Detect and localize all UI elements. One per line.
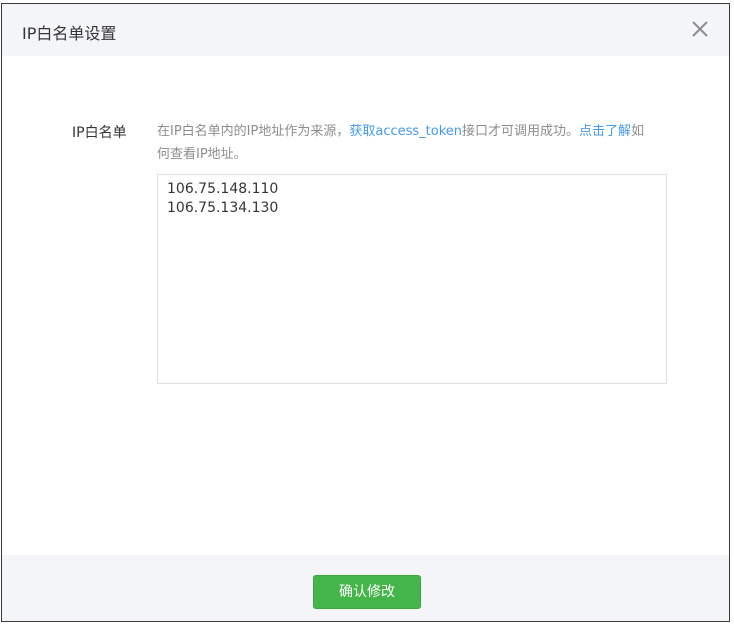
ip-whitelist-textarea[interactable]: 106.75.148.110 106.75.134.130 — [157, 174, 667, 384]
confirm-button[interactable]: 确认修改 — [313, 575, 421, 609]
close-icon — [692, 21, 708, 37]
access-token-link[interactable]: 获取access_token — [349, 124, 462, 139]
learn-more-link[interactable]: 点击了解 — [579, 124, 631, 139]
dialog-header: IP白名单设置 — [2, 4, 729, 56]
dialog-footer: 确认修改 — [2, 555, 729, 621]
tip-text-1: 在IP白名单内的IP地址作为来源， — [157, 124, 350, 139]
ip-whitelist-dialog: IP白名单设置 IP白名单 在IP白名单内的IP地址作为来源，获取access_… — [2, 4, 729, 621]
dialog-title: IP白名单设置 — [22, 24, 117, 43]
ip-whitelist-tip: 在IP白名单内的IP地址作为来源，获取access_token接口才可调用成功。… — [157, 120, 657, 166]
tip-text-2: 接口才可调用成功。 — [462, 124, 580, 139]
close-button[interactable] — [689, 18, 711, 40]
ip-whitelist-label: IP白名单 — [72, 125, 127, 141]
